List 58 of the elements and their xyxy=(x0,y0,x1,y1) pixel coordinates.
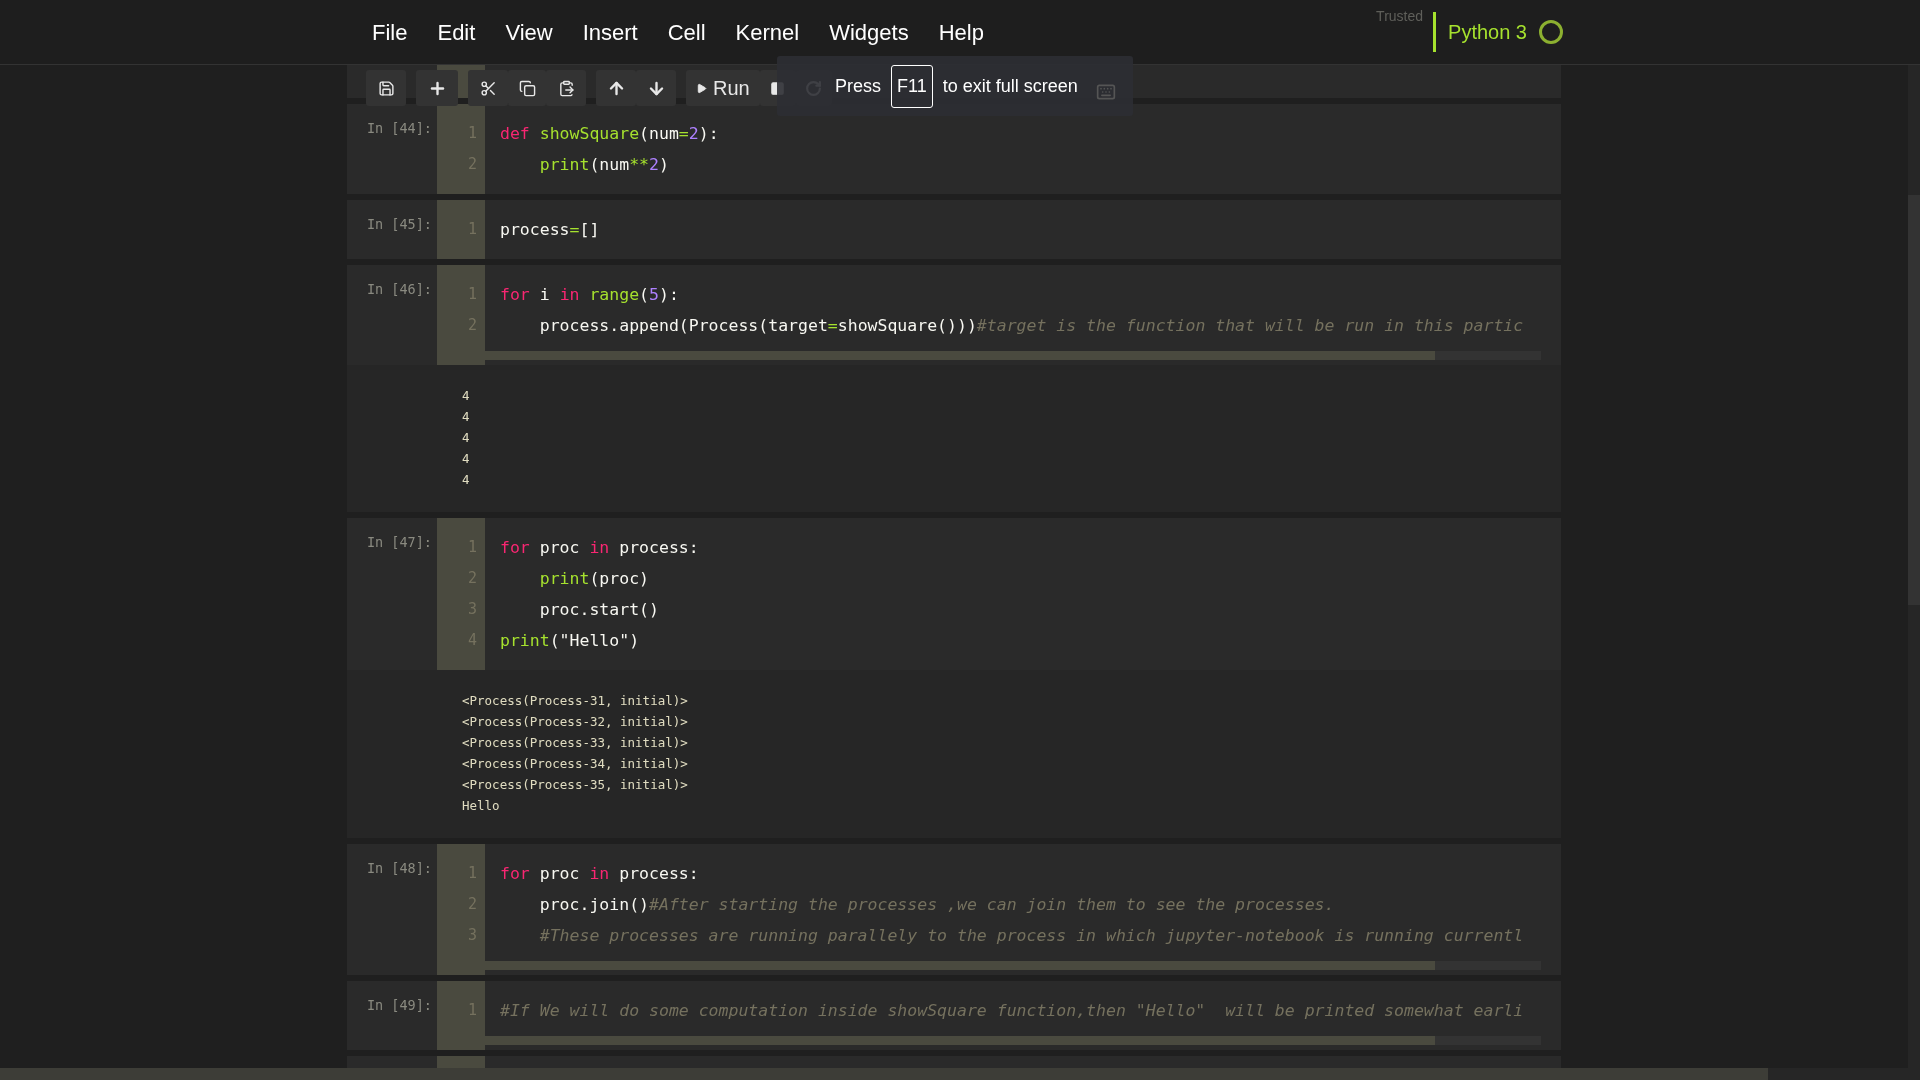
cell-prompt: In [49]: xyxy=(366,996,432,1015)
output-line: 4 xyxy=(462,471,471,489)
output-line: 4 xyxy=(462,450,471,468)
cell-prompt: In [45]: xyxy=(366,215,432,234)
menu-item[interactable]: File xyxy=(357,11,423,53)
clipboard-icon xyxy=(557,79,575,97)
output-line: 4 xyxy=(462,408,471,426)
code-line: for proc in process: xyxy=(500,864,699,883)
notice-text: Press xyxy=(835,74,881,98)
output-line: 4 xyxy=(462,387,471,405)
code-editor[interactable]: for i in range(5): process.append(Process(target=showSquare()))#target is the function that will be run in this partic xyxy=(485,265,1561,365)
code-line: for i in range(5): xyxy=(500,285,679,304)
code-editor[interactable]: for proc in process: print(proc) proc.start() print("Hello") xyxy=(485,518,1561,670)
menu-item[interactable]: Help xyxy=(923,11,999,53)
code-line: print(proc) xyxy=(538,569,649,588)
code-line: proc.join()#After starting the processes ,we can join them to see the processes. xyxy=(538,895,1335,914)
add-cell-button[interactable] xyxy=(416,70,458,106)
code-line: process=[] xyxy=(500,220,600,239)
play-icon xyxy=(696,82,707,94)
menu-item[interactable]: Widgets xyxy=(814,11,924,53)
save-button[interactable] xyxy=(366,70,406,106)
code-line: proc.start() xyxy=(538,600,659,619)
code-line: process.append(Process(target=showSquare()))#target is the function that will be run in this partic xyxy=(538,316,1524,335)
copy-icon xyxy=(518,79,536,97)
output-line: Hello xyxy=(462,797,501,815)
run-button[interactable]: Run xyxy=(686,70,760,106)
cell-prompt: In [44]: xyxy=(366,119,432,138)
cell-prompt: In [46]: xyxy=(366,280,432,299)
move-down-button[interactable] xyxy=(636,70,676,106)
code-line: #These processes are running parallely to the process in which jupyter-notebook is running currentl xyxy=(538,926,1524,945)
menu-item[interactable]: View xyxy=(490,11,568,53)
menu-item[interactable]: Insert xyxy=(567,11,653,53)
output-line: 4 xyxy=(462,429,471,447)
code-editor[interactable]: process=[] xyxy=(485,200,1561,259)
move-up-button[interactable] xyxy=(596,70,636,106)
output-line: <Process(Process-33, initial)> xyxy=(462,734,689,752)
menu-item[interactable]: Cell xyxy=(652,11,721,53)
code-line: print("Hello") xyxy=(500,631,640,650)
scissors-icon xyxy=(479,79,497,97)
notice-text: to exit full screen xyxy=(942,74,1078,98)
output-line: <Process(Process-34, initial)> xyxy=(462,755,689,773)
paste-button[interactable] xyxy=(546,70,586,106)
code-line: print(num**2) xyxy=(538,155,669,174)
keyboard-icon[interactable] xyxy=(1096,82,1116,102)
cut-button[interactable] xyxy=(468,70,508,106)
key-label: F11 xyxy=(891,64,933,108)
code-line: for proc in process: xyxy=(500,538,699,557)
kernel-name[interactable]: Python 3 xyxy=(1448,17,1527,47)
cell-prompt: In [48]: xyxy=(366,859,432,878)
menu-item[interactable]: Edit xyxy=(422,11,491,53)
output-line: <Process(Process-35, initial)> xyxy=(462,776,689,794)
save-icon xyxy=(377,79,395,97)
output-line: <Process(Process-31, initial)> xyxy=(462,692,689,710)
code-line: #If We will do some computation inside showSquare function,then "Hello" will be printed somewhat earli xyxy=(500,1001,1524,1020)
output-line: <Process(Process-32, initial)> xyxy=(462,713,689,731)
code-line: def showSquare(num=2): xyxy=(500,124,719,143)
cell-prompt: In [47]: xyxy=(366,533,432,552)
menu-item[interactable]: Kernel xyxy=(720,11,815,53)
